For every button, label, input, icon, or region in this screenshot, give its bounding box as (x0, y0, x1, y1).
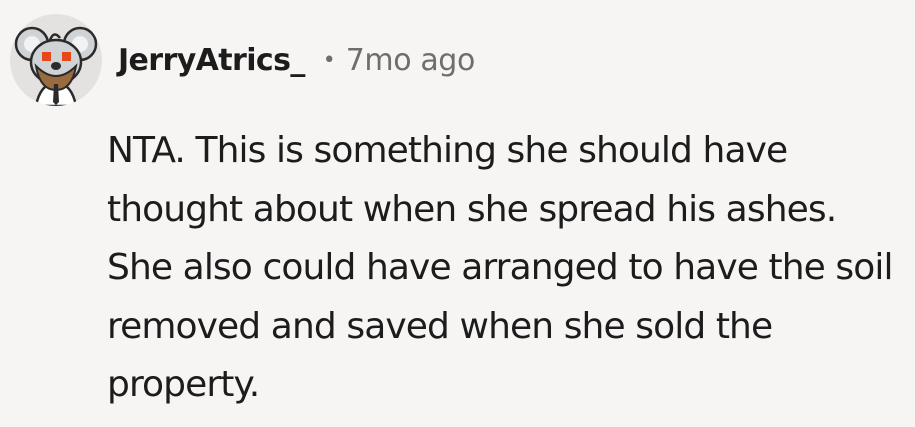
koala-avatar-icon (14, 26, 98, 106)
comment-body: NTA. This is something she should have t… (107, 130, 894, 405)
username-link[interactable]: JerryAtrics_ (118, 43, 305, 78)
separator-dot: • (322, 47, 336, 73)
timestamp[interactable]: 7mo ago (346, 43, 476, 78)
comment-card: JerryAtrics_ • 7mo ago NTA. This is some… (0, 0, 915, 427)
comment-header: JerryAtrics_ • 7mo ago (10, 10, 475, 110)
avatar[interactable] (10, 14, 102, 106)
